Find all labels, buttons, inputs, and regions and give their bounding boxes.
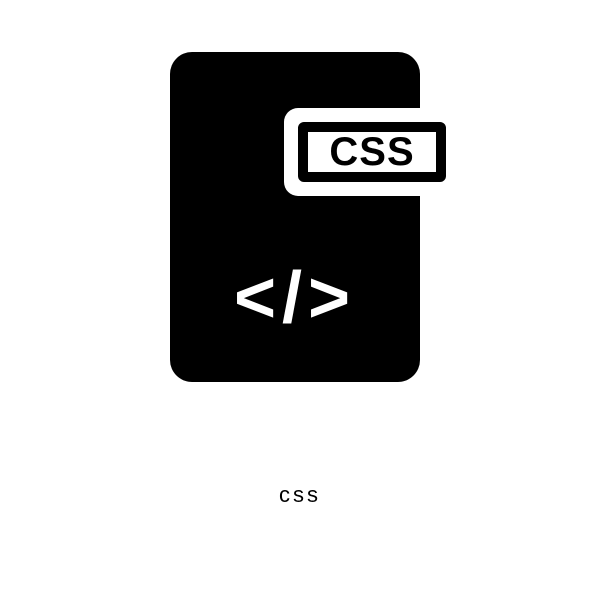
file-type-badge: CSS [284,108,460,196]
badge-label: CSS [329,132,414,172]
css-file-icon: CSS </> [150,52,450,412]
icon-caption: css [279,482,321,508]
badge-border: CSS [298,122,446,182]
code-brackets-icon: </> [170,262,420,334]
